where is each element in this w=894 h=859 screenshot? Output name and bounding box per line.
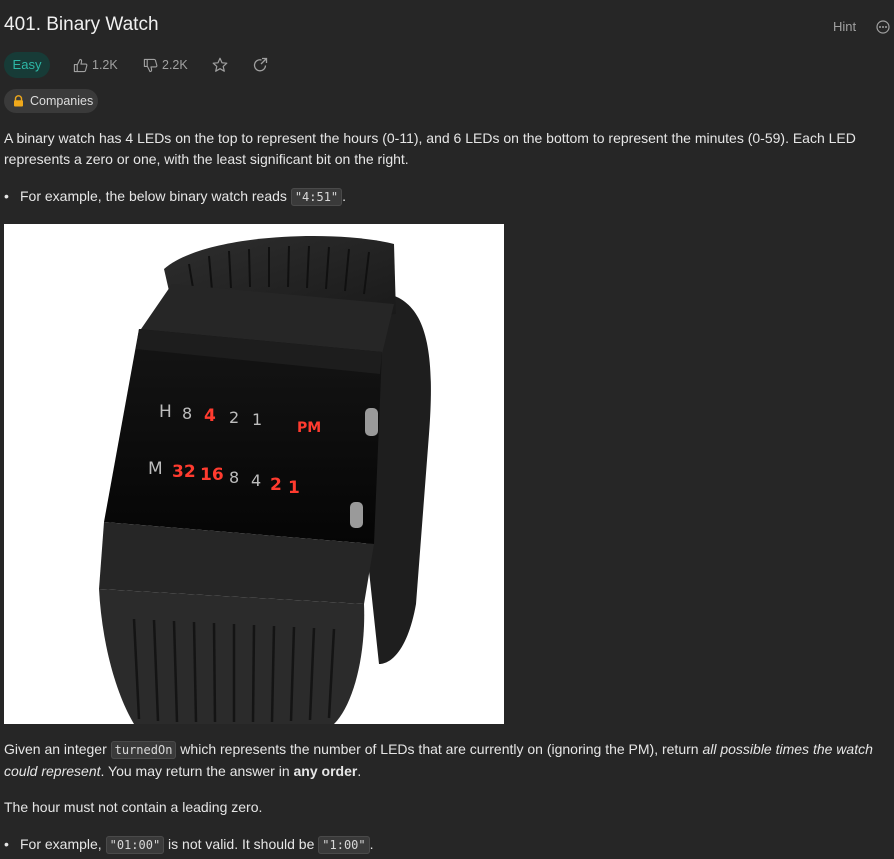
inline-code: "1:00" [318, 836, 370, 854]
thumbs-up-icon [73, 59, 88, 73]
watch-minute-label: M [148, 459, 163, 479]
description-paragraph-1: A binary watch has 4 LEDs on the top to … [4, 130, 856, 167]
inline-code: turnedOn [110, 741, 177, 759]
watch-led-8-off: 8 [229, 468, 239, 487]
list-item: For example, "01:00" is not valid. It sh… [4, 834, 374, 856]
thumbs-down-icon [143, 59, 158, 73]
description-paragraph-2: Given an integer turnedOn which represen… [4, 741, 873, 779]
companies-label: Companies [30, 94, 94, 108]
watch-led-16-on: 16 [200, 465, 224, 485]
companies-tag[interactable]: Companies [4, 89, 98, 113]
like-button[interactable]: 1.2K [73, 56, 118, 74]
problem-title: 401. Binary Watch [4, 14, 159, 35]
hint-button[interactable]: Hint [833, 19, 856, 34]
list-item: For example, the below binary watch read… [4, 186, 346, 208]
watch-led-4-on: 4 [204, 406, 216, 426]
lock-icon [14, 95, 23, 107]
watch-led-2-on: 2 [270, 475, 282, 495]
difficulty-badge: Easy [4, 52, 50, 78]
share-icon[interactable] [252, 57, 268, 73]
watch-led-2-off: 2 [229, 408, 239, 427]
watch-led-1-off: 1 [252, 410, 262, 429]
watch-hour-label: H [159, 402, 172, 422]
inline-code: "01:00" [105, 836, 165, 854]
watch-pm-indicator: PM [297, 420, 321, 436]
dislike-count: 2.2K [162, 58, 188, 72]
dislike-button[interactable]: 2.2K [143, 56, 188, 74]
example-list-1: For example, the below binary watch read… [4, 186, 346, 208]
binary-watch-image: H 8421 PM M 32 16 8 4 2 1 [4, 224, 504, 724]
like-count: 1.2K [92, 58, 118, 72]
star-icon[interactable] [212, 57, 228, 73]
inline-code: "4:51" [290, 188, 343, 206]
watch-led-1-on: 1 [288, 478, 300, 498]
watch-led-32-on: 32 [172, 462, 196, 482]
example-list-2: For example, "01:00" is not valid. It sh… [4, 834, 374, 856]
description-paragraph-3: The hour must not contain a leading zero… [4, 799, 263, 815]
more-options-icon[interactable] [876, 20, 890, 34]
watch-led-4-off: 4 [251, 471, 261, 490]
watch-led-8-off: 8 [182, 404, 192, 423]
